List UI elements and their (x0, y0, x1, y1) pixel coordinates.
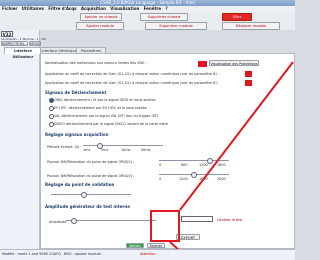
status-text: Modèle : marie 1 and 9086 COAYQ - BNO : … (2, 252, 103, 256)
status-bar: Modèle : marie 1 and 9086 COAYQ - BNO : … (0, 249, 295, 260)
annotation-lines (169, 61, 294, 260)
status-emph: Attention (140, 252, 156, 256)
